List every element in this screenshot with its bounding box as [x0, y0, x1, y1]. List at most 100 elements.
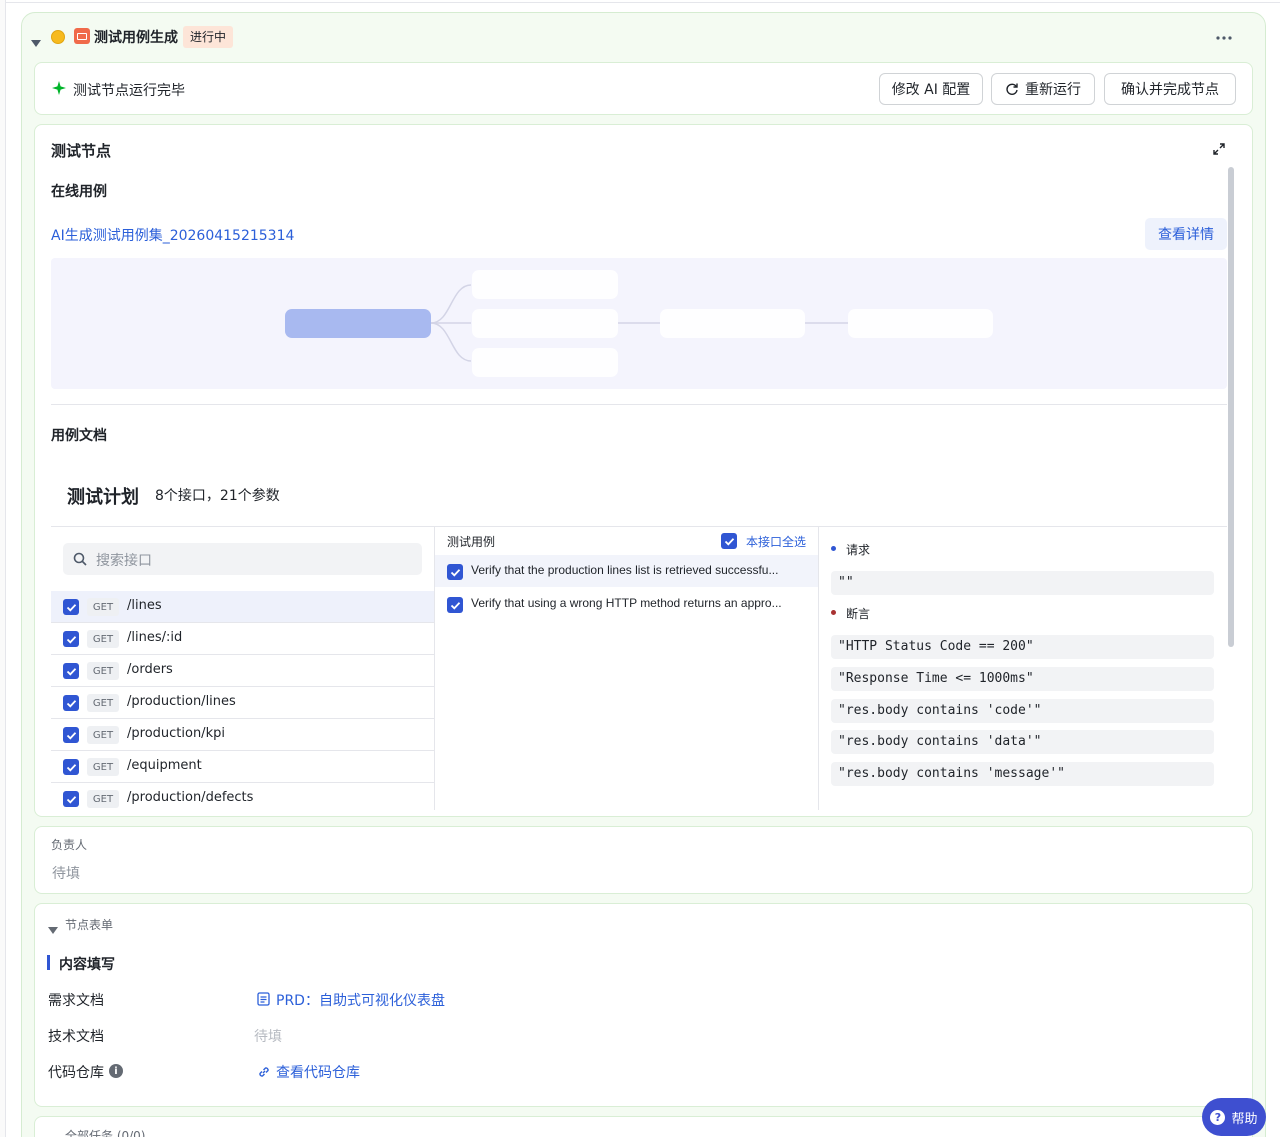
checkbox-checked-icon[interactable]	[63, 663, 79, 679]
endpoint-row[interactable]: GET /orders	[51, 655, 434, 687]
collapse-caret-icon[interactable]	[31, 33, 41, 52]
assert-bullet-icon	[831, 610, 836, 615]
scrollbar-thumb[interactable]	[1228, 167, 1234, 647]
assertion-item: "Response Time <= 1000ms"	[831, 667, 1214, 691]
endpoint-path: /orders	[127, 662, 173, 677]
mindmap-node	[472, 309, 618, 338]
checkbox-checked-icon[interactable]	[63, 631, 79, 647]
case-text: Verify that using a wrong HTTP method re…	[471, 596, 782, 610]
mindmap-node	[472, 270, 618, 299]
table-top-border	[51, 526, 1227, 527]
endpoint-path: /lines	[127, 598, 162, 613]
left-panel-edge	[0, 0, 6, 1137]
prd-link[interactable]: PRD：自助式可视化仪表盘	[276, 990, 445, 1010]
method-tag: GET	[87, 790, 119, 808]
case-text: Verify that the production lines list is…	[471, 563, 779, 577]
assertion-item: "res.body contains 'code'"	[831, 699, 1214, 723]
method-tag: GET	[87, 758, 119, 776]
collapse-caret-icon[interactable]	[48, 1131, 58, 1137]
top-divider	[0, 2, 1280, 3]
node-type-icon	[74, 28, 90, 44]
field-label: 代码仓库	[48, 1065, 104, 1081]
refresh-icon	[1006, 83, 1018, 95]
section-title: 内容填写	[59, 957, 115, 973]
endpoint-row[interactable]: GET /production/kpi	[51, 719, 434, 751]
method-tag: GET	[87, 662, 119, 680]
endpoint-path: /production/defects	[127, 790, 254, 805]
node-form-card	[34, 903, 1253, 1107]
column-divider	[818, 526, 819, 810]
owner-card	[34, 826, 1253, 894]
endpoint-row[interactable]: GET /equipment	[51, 751, 434, 783]
owner-value[interactable]: 待填	[52, 863, 80, 883]
checkbox-checked-icon[interactable]	[447, 564, 463, 580]
method-tag: GET	[87, 694, 119, 712]
request-label: 请求	[846, 543, 871, 557]
rerun-label: 重新运行	[1025, 82, 1081, 98]
rerun-button[interactable]: 重新运行	[991, 73, 1095, 105]
request-bullet-icon	[831, 546, 836, 551]
endpoint-path: /production/lines	[127, 694, 236, 709]
mindmap-node	[660, 309, 805, 338]
expand-icon[interactable]	[1212, 141, 1226, 160]
confirm-complete-button[interactable]: 确认并完成节点	[1104, 73, 1236, 105]
question-icon: ?	[1210, 1109, 1226, 1125]
mindmap-preview[interactable]	[51, 258, 1227, 389]
assertion-item: "HTTP Status Code == 200"	[831, 635, 1214, 659]
assertion-item: "res.body contains 'data'"	[831, 730, 1214, 754]
method-tag: GET	[87, 726, 119, 744]
search-icon	[73, 552, 87, 566]
more-icon[interactable]	[1216, 30, 1232, 50]
endpoint-row[interactable]: GET /lines/:id	[51, 623, 434, 655]
ai-config-button[interactable]: 修改 AI 配置	[879, 73, 983, 105]
plan-title: 测试计划	[67, 487, 139, 508]
endpoint-row[interactable]: GET /lines	[51, 591, 434, 623]
checkbox-checked-icon[interactable]	[447, 597, 463, 613]
select-all-checkbox[interactable]	[721, 533, 737, 549]
case-set-link[interactable]: AI生成测试用例集_20260415215314	[51, 225, 294, 245]
method-tag: GET	[87, 598, 119, 616]
case-row-selected[interactable]: Verify that the production lines list is…	[435, 555, 818, 587]
checkbox-checked-icon[interactable]	[63, 727, 79, 743]
status-badge: 进行中	[183, 26, 234, 48]
case-row[interactable]: Verify that using a wrong HTTP method re…	[435, 588, 818, 620]
search-placeholder: 搜索接口	[96, 553, 152, 569]
info-icon[interactable]: i	[109, 1064, 123, 1078]
collapse-caret-icon[interactable]	[48, 920, 58, 939]
view-details-button[interactable]: 查看详情	[1145, 218, 1227, 250]
tasks-label[interactable]: 全部任务 (0/0)	[65, 1127, 146, 1137]
checkbox-checked-icon[interactable]	[63, 695, 79, 711]
assert-label: 断言	[846, 607, 871, 621]
sparkle-icon	[52, 80, 66, 99]
node-form-title[interactable]: 节点表单	[65, 916, 113, 933]
help-label: 帮助	[1231, 1111, 1258, 1127]
owner-label: 负责人	[51, 838, 88, 852]
mindmap-node	[848, 309, 993, 338]
search-input[interactable]: 搜索接口	[63, 543, 422, 575]
request-value: ""	[831, 571, 1214, 595]
cases-header: 测试用例	[447, 535, 496, 549]
tasks-card	[34, 1116, 1253, 1137]
test-node-title: 测试节点	[51, 142, 112, 160]
endpoint-row[interactable]: GET /production/defects	[51, 783, 434, 815]
method-tag: GET	[87, 630, 119, 648]
online-cases-label: 在线用例	[51, 184, 107, 200]
checkbox-checked-icon[interactable]	[63, 759, 79, 775]
tech-doc-value[interactable]: 待填	[254, 1026, 282, 1046]
endpoint-row[interactable]: GET /production/lines	[51, 687, 434, 719]
endpoint-path: /lines/:id	[127, 630, 183, 645]
field-label: 需求文档	[48, 993, 104, 1009]
checkbox-checked-icon[interactable]	[63, 791, 79, 807]
endpoint-path: /production/kpi	[127, 726, 225, 741]
endpoint-path: /equipment	[127, 758, 202, 773]
app-page: 测试用例生成 进行中 测试节点运行完毕 修改 AI 配置 重新运行 确认并完成节…	[0, 0, 1280, 1137]
status-message: 测试节点运行完毕	[73, 83, 185, 99]
help-button[interactable]: ? 帮助	[1202, 1098, 1266, 1136]
repo-link[interactable]: 查看代码仓库	[276, 1062, 360, 1082]
assertion-item: "res.body contains 'message'"	[831, 762, 1214, 786]
status-dot-icon	[51, 30, 65, 44]
checkbox-checked-icon[interactable]	[63, 599, 79, 615]
mindmap-connectors	[430, 284, 848, 362]
select-all-label[interactable]: 本接口全选	[746, 533, 806, 550]
mindmap-node	[472, 348, 618, 377]
